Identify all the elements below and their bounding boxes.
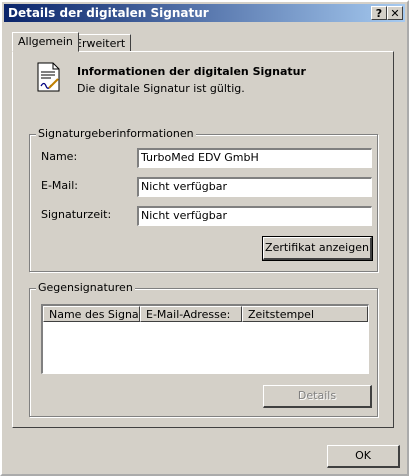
signing-time-label: Signaturzeit: [41, 208, 112, 221]
name-field[interactable]: TurboMed EDV GmbH [137, 148, 372, 168]
tab-panel-general: Informationen der digitalen Signatur Die… [12, 51, 394, 428]
signer-info-group-label: Signaturgeberinformationen [36, 127, 196, 140]
view-certificate-button[interactable]: Zertifikat anzeigen [262, 236, 373, 261]
window-title: Details der digitalen Signatur [8, 6, 209, 20]
signed-document-icon [37, 62, 61, 92]
close-button[interactable]: ✕ [387, 6, 403, 20]
tab-allgemein[interactable]: Allgemein [12, 32, 79, 52]
countersignatures-group: Gegensignaturen Name des Signa... E-Mail… [29, 281, 378, 417]
info-heading: Informationen der digitalen Signatur [77, 65, 306, 78]
column-header-timestamp[interactable]: Zeitstempel [242, 306, 368, 322]
signing-time-field[interactable]: Nicht verfügbar [137, 206, 372, 226]
signature-status: Die digitale Signatur ist gültig. [77, 82, 245, 95]
signature-details-dialog: Details der digitalen Signatur ? ✕ Allge… [0, 0, 409, 476]
column-header-email[interactable]: E-Mail-Adresse: [140, 306, 242, 322]
countersignatures-list[interactable]: Name des Signa... E-Mail-Adresse: Zeitst… [41, 304, 369, 374]
title-bar[interactable]: Details der digitalen Signatur ? ✕ [4, 4, 405, 22]
countersignatures-group-label: Gegensignaturen [36, 281, 135, 294]
signer-info-group: Signaturgeberinformationen Name: TurboMe… [29, 127, 378, 272]
column-header-name[interactable]: Name des Signa... [43, 306, 140, 322]
email-label: E-Mail: [41, 179, 78, 192]
details-button[interactable]: Details [263, 385, 372, 408]
email-field[interactable]: Nicht verfügbar [137, 177, 372, 197]
help-button[interactable]: ? [371, 6, 387, 20]
ok-button[interactable]: OK [327, 445, 400, 468]
name-label: Name: [41, 150, 78, 163]
